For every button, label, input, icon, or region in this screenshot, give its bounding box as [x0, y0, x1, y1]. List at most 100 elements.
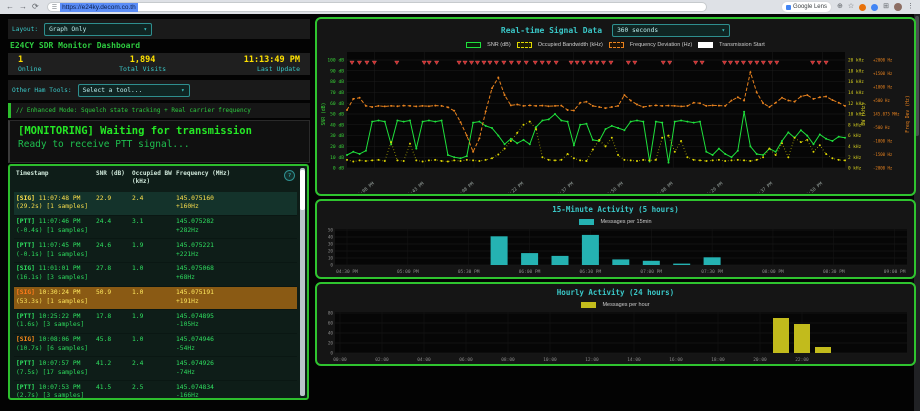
svg-text:-1500 Hz: -1500 Hz [873, 152, 893, 157]
zoom-icon[interactable]: ⊕ [837, 0, 843, 14]
ham-tools-select[interactable]: Select a tool...▾ [78, 84, 190, 97]
table-row[interactable]: [PTT] 10:07:53 PM(2.7s) [3 samples]41.52… [14, 381, 297, 398]
row-deviation: +221Hz [176, 251, 297, 260]
svg-text:40: 40 [328, 235, 334, 241]
svg-text:80 dB: 80 dB [330, 79, 344, 85]
row-time: 10:08:06 PM [39, 336, 81, 343]
svg-text:07:00 PM: 07:00 PM [640, 269, 662, 275]
row-duration: (53.3s) [1 samples] [16, 298, 96, 307]
time-window-select[interactable]: 360 seconds▾ [612, 24, 730, 37]
row-snr: 24.6 [96, 242, 132, 260]
row-snr: 41.5 [96, 384, 132, 399]
table-rows[interactable]: [SIG] 11:07:48 PM(29.2s) [1 samples]22.9… [14, 192, 297, 398]
activity-15min-title: 15-Minute Activity (5 hours) [552, 205, 678, 214]
svg-text:4 kHz: 4 kHz [848, 144, 862, 150]
row-snr: 24.4 [96, 218, 132, 236]
profile-avatar[interactable] [894, 3, 902, 11]
table-row[interactable]: [SIG] 10:30:24 PM(53.3s) [1 samples]50.9… [14, 287, 297, 311]
row-bw: 2.5 [132, 384, 176, 399]
row-deviation: -105Hz [176, 321, 297, 330]
back-icon[interactable]: ← [6, 0, 14, 14]
row-duration: (-0.4s) [1 samples] [16, 227, 96, 236]
table-row[interactable]: [SIG] 10:08:06 PM(10.7s) [6 samples]45.8… [14, 334, 297, 358]
realtime-signal-panel: Real-time Signal Data 360 seconds▾ SNR (… [315, 17, 916, 196]
reload-icon[interactable]: ⟳ [32, 0, 39, 14]
table-row[interactable]: [PTT] 11:07:45 PM (-0.1s) [1 samples]24.6… [14, 239, 297, 263]
stat-online: 1Online [18, 55, 41, 73]
svg-text:100 dB: 100 dB [327, 58, 344, 64]
row-duration: (-0.1s) [1 samples] [16, 251, 96, 260]
table-row[interactable]: [PTT] 10:07:57 PM(7.5s) [17 samples]41.2… [14, 357, 297, 381]
row-tag: [SIG] [16, 336, 35, 343]
svg-text:40 dB: 40 dB [330, 122, 344, 128]
page-title: E24CY SDR Monitor Dashboard [10, 41, 140, 50]
forward-icon[interactable]: → [19, 0, 27, 14]
svg-text:09:00 PM: 09:00 PM [884, 269, 906, 275]
svg-text:9:58:22 PM: 9:58:22 PM [500, 181, 525, 193]
svg-text:10: 10 [328, 256, 334, 262]
row-time: 10:07:53 PM [39, 384, 81, 391]
svg-text:07:30 PM: 07:30 PM [701, 269, 723, 275]
row-duration: (10.7s) [6 samples] [16, 345, 96, 354]
table-row[interactable]: [SIG] 11:07:48 PM(29.2s) [1 samples]22.9… [14, 192, 297, 216]
table-row[interactable]: [PTT] 10:25:22 PM(1.6s) [3 samples]17.81… [14, 310, 297, 334]
svg-text:05:30 PM: 05:30 PM [458, 269, 480, 275]
bandwidth-legend-swatch [517, 42, 532, 48]
help-icon[interactable]: ? [284, 170, 295, 181]
extension-icon-blue[interactable] [871, 4, 878, 11]
svg-text:8 kHz: 8 kHz [848, 122, 862, 128]
svg-text:2 kHz: 2 kHz [848, 155, 862, 161]
row-frequency: 145.075191 [176, 289, 297, 298]
monitoring-status-line1: [MONITORING] Waiting for transmission [18, 125, 301, 137]
row-snr: 22.9 [96, 195, 132, 213]
svg-text:-500 Hz: -500 Hz [873, 125, 890, 130]
row-duration: (7.5s) [17 samples] [16, 369, 96, 378]
svg-text:18:00: 18:00 [711, 357, 725, 363]
table-header: Timestamp SNR (dB) Occupied BW (kHz) Fre… [10, 166, 307, 188]
svg-text:-2000 Hz: -2000 Hz [873, 166, 893, 171]
table-row[interactable]: [SIG] 11:01:01 PM(16.1s) [3 samples]27.8… [14, 263, 297, 287]
row-frequency: 145.074895 [176, 313, 297, 322]
bookmark-star-icon[interactable]: ☆ [848, 0, 854, 14]
hourly-activity-panel: Hourly Activity (24 hours) Messages per … [315, 282, 916, 366]
table-scrollbar-thumb[interactable] [300, 170, 305, 210]
svg-text:04:30 PM: 04:30 PM [336, 269, 358, 275]
url-text[interactable]: https://e24ky.decom.co.th [60, 3, 138, 12]
svg-text:10:00: 10:00 [543, 357, 557, 363]
row-tag: [PTT] [16, 384, 35, 391]
row-deviation: -54Hz [176, 345, 297, 354]
row-bw: 1.9 [132, 313, 176, 331]
svg-text:08:00: 08:00 [501, 357, 515, 363]
menu-kebab-icon[interactable]: ⋮ [907, 0, 914, 14]
row-tag: [PTT] [16, 242, 35, 249]
table-scrollbar[interactable] [300, 168, 305, 396]
svg-text:06:30 PM: 06:30 PM [580, 269, 602, 275]
svg-text:08:30 PM: 08:30 PM [823, 269, 845, 275]
layout-select[interactable]: Graph Only▾ [44, 23, 152, 36]
realtime-chart: 0 dB10 dB20 dB30 dB40 dB50 dB60 dB70 dB8… [317, 50, 914, 193]
row-time: 11:07:45 PM [39, 242, 81, 249]
svg-text:BW (kHz): BW (kHz) [861, 102, 867, 125]
monitoring-status-box: [MONITORING] Waiting for transmission Re… [8, 120, 310, 163]
chevron-down-icon: ▾ [143, 26, 147, 33]
url-bar[interactable]: ☰ https://e24ky.decom.co.th [47, 2, 707, 12]
row-deviation: -74Hz [176, 369, 297, 378]
svg-text:10:36:20 PM: 10:36:20 PM [697, 181, 724, 193]
row-snr: 41.2 [96, 360, 132, 378]
extensions-puzzle-icon[interactable]: ⊞ [883, 0, 889, 14]
chevron-down-icon: ▾ [181, 87, 185, 94]
layout-bar: Layout: Graph Only▾ [8, 19, 310, 39]
row-time: 10:30:24 PM [39, 289, 81, 296]
svg-text:10:04:37 PM: 10:04:37 PM [548, 181, 575, 193]
svg-text:02:00: 02:00 [375, 357, 389, 363]
tools-label: Other Ham Tools: [12, 87, 72, 94]
row-duration: (1.6s) [3 samples] [16, 321, 96, 330]
row-bw: 3.1 [132, 218, 176, 236]
svg-text:+1000 Hz: +1000 Hz [873, 85, 893, 90]
extension-icon-orange[interactable] [859, 4, 866, 11]
row-bw: 1.0 [132, 265, 176, 283]
google-lens-button[interactable]: Google Lens [781, 1, 832, 13]
activity-15min-panel: 15-Minute Activity (5 hours) Messages pe… [315, 199, 916, 279]
svg-text:14:00: 14:00 [627, 357, 641, 363]
table-row[interactable]: [PTT] 11:07:46 PM(-0.4s) [1 samples]24.4… [14, 216, 297, 240]
